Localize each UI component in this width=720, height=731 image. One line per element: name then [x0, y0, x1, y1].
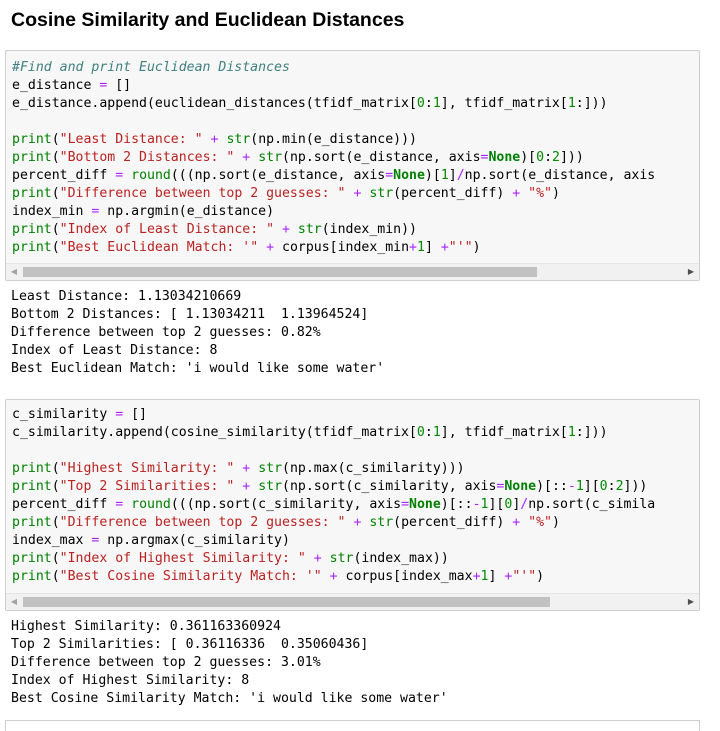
- output-line: Index of Highest Similarity: 8: [11, 673, 250, 688]
- code-line[interactable]: ​: [12, 442, 699, 460]
- output-area: Highest Similarity: 0.361163360924 Top 2 …: [11, 618, 448, 708]
- code-line[interactable]: print("Index of Least Distance: " + str(…: [12, 221, 699, 239]
- scroll-right-icon[interactable]: ▶: [683, 594, 699, 610]
- code-line[interactable]: print("Top 2 Similarities: " + str(np.so…: [12, 478, 699, 496]
- scroll-left-icon[interactable]: ◀: [6, 264, 22, 280]
- code-line[interactable]: print("Highest Similarity: " + str(np.ma…: [12, 460, 699, 478]
- output-line: Best Euclidean Match: 'i would like some…: [11, 361, 385, 376]
- scrollbar-thumb[interactable]: [23, 597, 550, 607]
- code-line[interactable]: index_max = np.argmax(c_similarity): [12, 532, 699, 550]
- code-line[interactable]: c_similarity.append(cosine_similarity(tf…: [12, 424, 699, 442]
- output-line: Index of Least Distance: 8: [11, 343, 218, 358]
- output-line: Difference between top 2 guesses: 0.82%: [11, 325, 321, 340]
- scroll-left-icon[interactable]: ◀: [6, 594, 22, 610]
- code-line[interactable]: percent_diff = round(((np.sort(c_similar…: [12, 496, 699, 514]
- horizontal-scrollbar[interactable]: ◀ ▶: [6, 593, 699, 610]
- code-line[interactable]: percent_diff = round(((np.sort(e_distanc…: [12, 167, 699, 185]
- code-editor[interactable]: #Find and print Euclidean Distances e_dis…: [6, 51, 699, 257]
- code-line[interactable]: e_distance = []: [12, 77, 699, 95]
- code-line[interactable]: e_distance.append(euclidean_distances(tf…: [12, 95, 699, 113]
- code-line[interactable]: index_min = np.argmin(e_distance): [12, 203, 699, 221]
- output-line: Best Cosine Similarity Match: 'i would l…: [11, 691, 448, 706]
- output-line: Highest Similarity: 0.361163360924: [11, 619, 281, 634]
- code-line[interactable]: print("Best Cosine Similarity Match: '" …: [12, 568, 699, 586]
- output-line: Difference between top 2 guesses: 3.01%: [11, 655, 321, 670]
- output-line: Bottom 2 Distances: [ 1.13034211 1.13964…: [11, 307, 369, 322]
- output-line: Top 2 Similarities: [ 0.36116336 0.35060…: [11, 637, 369, 652]
- output-line: Least Distance: 1.13034210669: [11, 289, 242, 304]
- horizontal-scrollbar[interactable]: ◀ ▶: [6, 263, 699, 280]
- code-line[interactable]: print("Difference between top 2 guesses:…: [12, 514, 699, 532]
- code-cell-cosine[interactable]: c_similarity = [] c_similarity.append(cos…: [5, 399, 700, 611]
- code-line[interactable]: print("Index of Highest Similarity: " + …: [12, 550, 699, 568]
- output-area: Least Distance: 1.13034210669 Bottom 2 Di…: [11, 288, 384, 378]
- code-line[interactable]: print("Least Distance: " + str(np.min(e_…: [12, 131, 699, 149]
- code-line[interactable]: ​: [12, 113, 699, 131]
- code-editor[interactable]: c_similarity = [] c_similarity.append(cos…: [6, 400, 699, 586]
- next-cell-edge: [5, 720, 700, 731]
- code-line[interactable]: c_similarity = []: [12, 406, 699, 424]
- code-line[interactable]: print("Bottom 2 Distances: " + str(np.so…: [12, 149, 699, 167]
- code-line[interactable]: print("Best Euclidean Match: '" + corpus…: [12, 239, 699, 257]
- code-cell-euclidean[interactable]: #Find and print Euclidean Distances e_dis…: [5, 50, 700, 281]
- page-title: Cosine Similarity and Euclidean Distance…: [11, 9, 405, 31]
- code-line[interactable]: print("Difference between top 2 guesses:…: [12, 185, 699, 203]
- code-line[interactable]: #Find and print Euclidean Distances: [12, 59, 699, 77]
- scrollbar-thumb[interactable]: [23, 267, 537, 277]
- scroll-right-icon[interactable]: ▶: [683, 264, 699, 280]
